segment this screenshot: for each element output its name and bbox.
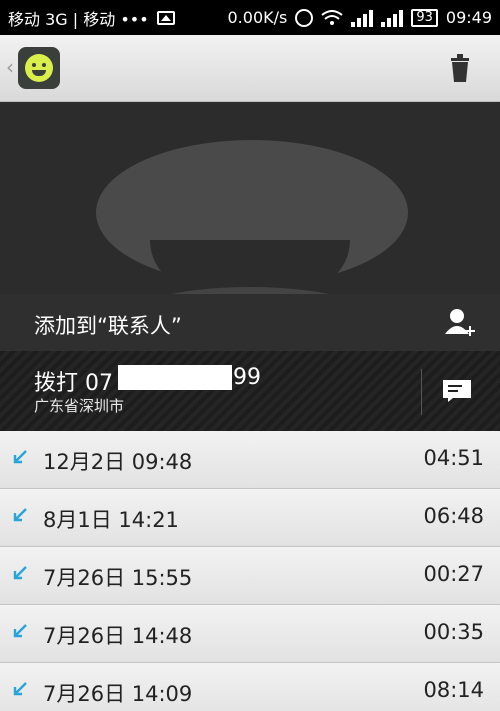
- call-datetime: 7月26日 15:55: [43, 566, 193, 590]
- add-person-icon: [445, 309, 475, 336]
- call-log-item[interactable]: 12月2日 09:48 04:51: [0, 431, 500, 489]
- dial-number-suffix: 99: [233, 365, 261, 390]
- signal-icon-2: [381, 9, 404, 27]
- message-icon[interactable]: [442, 379, 472, 403]
- trash-icon[interactable]: [448, 51, 472, 83]
- call-duration: 04:51: [423, 446, 484, 470]
- call-log-item[interactable]: 7月26日 14:48 00:35: [0, 605, 500, 663]
- add-to-contacts-label: 添加到“联系人”: [34, 314, 182, 338]
- call-datetime: 12月2日 09:48: [43, 450, 193, 474]
- number-location: 广东省深圳市: [34, 397, 125, 415]
- status-left: 移动 3G | 移动 •••: [8, 0, 175, 35]
- signal-icon-1: [351, 9, 374, 27]
- incoming-call-icon: [13, 566, 27, 580]
- back-chevron-icon[interactable]: ‹: [6, 55, 14, 79]
- alarm-icon: [295, 8, 314, 27]
- image-notification-icon: [156, 10, 175, 25]
- call-duration: 00:27: [423, 562, 484, 586]
- call-log-item[interactable]: 8月1日 14:21 06:48: [0, 489, 500, 547]
- add-to-contacts-row[interactable]: 添加到“联系人”: [0, 294, 500, 351]
- redacted-number: [118, 365, 232, 390]
- call-datetime: 7月26日 14:48: [43, 624, 193, 648]
- call-log-item[interactable]: 7月26日 15:55 00:27: [0, 547, 500, 605]
- avatar-mouth: [150, 240, 350, 290]
- battery-indicator: 93: [411, 8, 438, 27]
- carrier-text: 移动 3G | 移动 •••: [8, 9, 149, 29]
- dial-number-prefix: 拨打 07: [34, 371, 113, 396]
- action-bar: ‹: [0, 35, 500, 102]
- avatar-body: [110, 287, 390, 294]
- call-log-item[interactable]: 7月26日 14:09 08:14: [0, 663, 500, 711]
- wifi-icon: [321, 9, 343, 25]
- call-history-list: 12月2日 09:48 04:51 8月1日 14:21 06:48 7月26日…: [0, 431, 500, 711]
- call-datetime: 8月1日 14:21: [43, 508, 179, 532]
- incoming-call-icon: [13, 450, 27, 464]
- incoming-call-icon: [13, 508, 27, 522]
- call-duration: 08:14: [423, 678, 484, 702]
- call-duration: 06:48: [423, 504, 484, 528]
- vertical-divider: [421, 369, 422, 415]
- status-bar: 移动 3G | 移动 ••• 0.00K/s 93 09:49: [0, 0, 500, 35]
- incoming-call-icon: [13, 682, 27, 696]
- dial-row[interactable]: 拨打 07 99 广东省深圳市: [0, 351, 500, 431]
- incoming-call-icon: [13, 624, 27, 638]
- call-datetime: 7月26日 14:09: [43, 682, 193, 706]
- smiley-app-icon[interactable]: [18, 47, 60, 89]
- contact-photo-area: [0, 102, 500, 294]
- call-duration: 00:35: [423, 620, 484, 644]
- network-speed: 0.00K/s: [227, 8, 288, 27]
- status-right: 0.00K/s 93 09:49: [228, 0, 493, 35]
- clock: 09:49: [445, 8, 492, 27]
